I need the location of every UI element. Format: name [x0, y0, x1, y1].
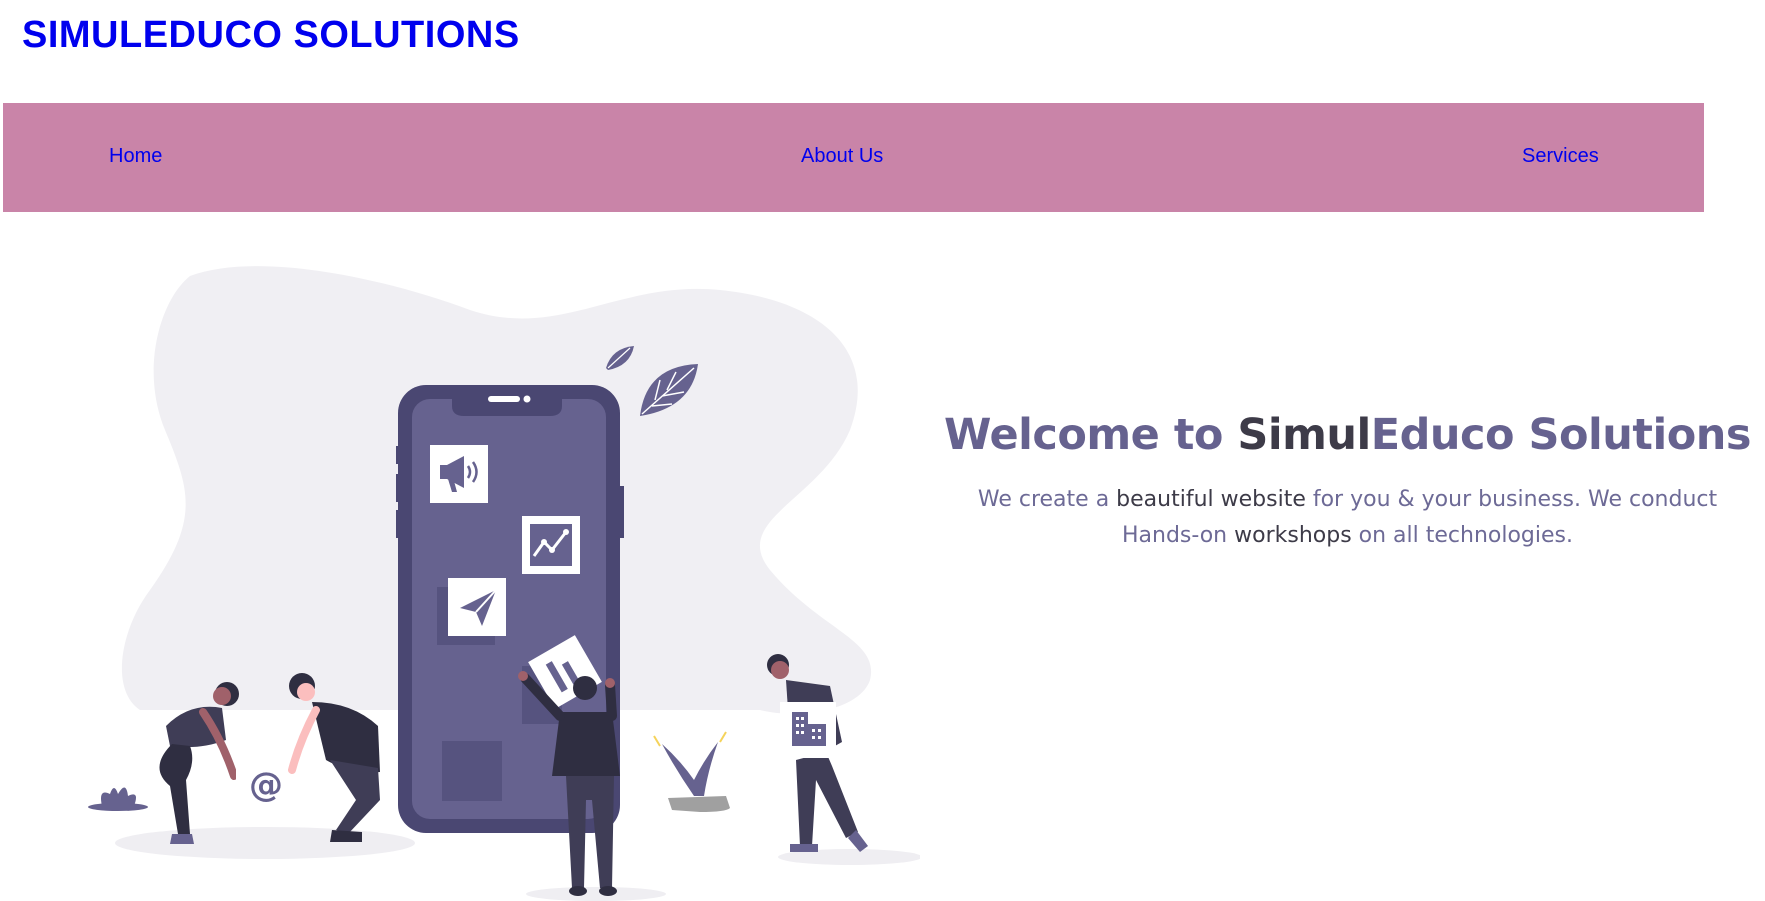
nav-link-about-us[interactable]: About Us	[801, 145, 883, 168]
paper-plane-tile	[448, 578, 506, 636]
chart-tile	[522, 516, 580, 574]
hero-heading-part1: Welcome to	[944, 410, 1238, 460]
hero-heading-part2: Simul	[1237, 410, 1371, 460]
nav-link-services[interactable]: Services	[1522, 145, 1599, 168]
hero-line1-part3: for you & your business. We conduct	[1305, 487, 1718, 512]
at-card: @	[236, 758, 296, 808]
navbar: Home About Us Services	[3, 103, 1704, 212]
hero-text: Welcome to SimulEduco Solutions We creat…	[930, 410, 1765, 554]
site-title: SIMULEDUCO SOLUTIONS	[22, 14, 520, 56]
plant-left-icon	[88, 787, 148, 811]
nav-link-home[interactable]: Home	[109, 145, 162, 168]
hero-heading-part3: Educo Solutions	[1370, 410, 1752, 460]
hero-line1-part1: We create a	[977, 487, 1117, 512]
at-symbol-icon: @	[249, 765, 283, 805]
ground-shadow-center	[526, 887, 666, 901]
ground-shadow-left	[115, 827, 415, 859]
hero-paragraph: We create a beautiful website for you & …	[930, 482, 1765, 554]
plant-pot-icon	[653, 731, 730, 812]
hero-illustration: @	[88, 266, 920, 901]
hero-line1-part2: beautiful website	[1116, 487, 1306, 512]
megaphone-tile	[430, 445, 488, 503]
hero-line2-part1: Hands-on	[1121, 523, 1235, 548]
hero-heading: Welcome to SimulEduco Solutions	[930, 410, 1765, 460]
hero-line2-part3: on all technologies.	[1351, 523, 1573, 548]
hero-line2-part2: workshops	[1234, 523, 1352, 548]
